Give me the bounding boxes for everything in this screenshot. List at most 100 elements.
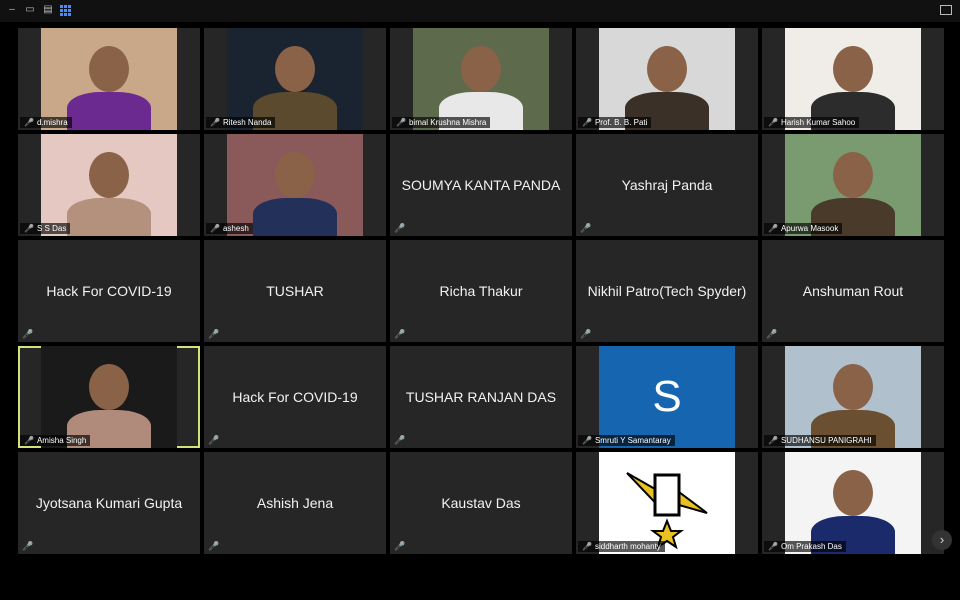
participant-name-tag: 🎤 siddharth mohanty (578, 541, 665, 552)
muted-mic-icon: 🎤 (394, 541, 406, 551)
muted-mic-icon: 🎤 (396, 118, 406, 127)
muted-mic-icon: 🎤 (24, 436, 34, 445)
participant-name: Amisha Singh (36, 436, 87, 445)
participant-name-tag: 🎤 Om Prakash Das (764, 541, 846, 552)
participant-tile[interactable]: 🎤 SUDHANSU PANIGRAHI (762, 346, 944, 448)
participant-name: Hack For COVID-19 (232, 389, 358, 405)
participant-name: TUSHAR (266, 283, 324, 299)
participant-tile[interactable]: Jyotsana Kumari Gupta 🎤 (18, 452, 200, 554)
fullscreen-icon[interactable]: ▤ (42, 5, 54, 15)
minimize-icon[interactable]: – (6, 5, 18, 15)
participant-tile[interactable]: Yashraj Panda 🎤 (576, 134, 758, 236)
window-controls: – ▭ ▤ (6, 5, 71, 16)
participant-figure (647, 46, 687, 92)
participant-tile[interactable]: 🎤 bimal Krushna Mishra (390, 28, 572, 130)
participant-name-tag: 🎤 Prof. B. B. Pati (578, 117, 652, 128)
participant-name-tag: 🎤 Amisha Singh (20, 435, 91, 446)
participant-video (227, 134, 363, 236)
participant-figure (67, 92, 151, 130)
participant-figure (253, 198, 337, 236)
muted-mic-icon: 🎤 (768, 436, 778, 445)
participant-video (599, 452, 735, 554)
participant-tile[interactable]: Nikhil Patro(Tech Spyder) 🎤 (576, 240, 758, 342)
muted-mic-icon: 🎤 (24, 118, 34, 127)
muted-mic-icon: 🎤 (394, 435, 406, 445)
view-toggle-icon[interactable] (940, 5, 952, 15)
gallery-view-icon[interactable] (60, 5, 71, 16)
participant-tile[interactable]: 🎤 Om Prakash Das (762, 452, 944, 554)
participant-gallery: 🎤 d.mishra 🎤 Ritesh Nanda 🎤 bimal Krushna Mis… (18, 28, 944, 554)
participant-video (785, 346, 921, 448)
restore-icon[interactable]: ▭ (24, 5, 36, 15)
participant-tile[interactable]: 🎤 Prof. B. B. Pati (576, 28, 758, 130)
participant-figure (833, 364, 873, 410)
muted-mic-icon: 🎤 (580, 223, 592, 233)
muted-mic-icon: 🎤 (210, 224, 220, 233)
muted-mic-icon: 🎤 (210, 118, 220, 127)
participant-video (785, 134, 921, 236)
participant-name: Nikhil Patro(Tech Spyder) (587, 283, 747, 299)
participant-tile[interactable]: 🎤 siddharth mohanty (576, 452, 758, 554)
participant-figure (833, 46, 873, 92)
participant-video (41, 346, 177, 448)
participant-name-tag: 🎤 bimal Krushna Mishra (392, 117, 491, 128)
participant-tile[interactable]: 🎤 d.mishra (18, 28, 200, 130)
logo-icon (626, 472, 708, 550)
participant-name-tag: 🎤 ashesh (206, 223, 253, 234)
participant-name: Ashish Jena (256, 495, 334, 511)
participant-tile[interactable]: 🎤 Ritesh Nanda (204, 28, 386, 130)
participant-video (785, 28, 921, 130)
muted-mic-icon: 🎤 (768, 224, 778, 233)
participant-figure (89, 46, 129, 92)
participant-name: Yashraj Panda (621, 177, 713, 193)
participant-name: d.mishra (36, 118, 68, 127)
participant-tile[interactable]: Hack For COVID-19 🎤 (18, 240, 200, 342)
muted-mic-icon: 🎤 (208, 435, 220, 445)
muted-mic-icon: 🎤 (580, 329, 592, 339)
next-page-button[interactable]: › (932, 530, 952, 550)
participant-name-tag: 🎤 Ritesh Nanda (206, 117, 276, 128)
participant-tile[interactable]: Hack For COVID-19 🎤 (204, 346, 386, 448)
participant-figure (89, 364, 129, 410)
participant-name: Apurwa Masook (780, 224, 839, 233)
participant-name: Hack For COVID-19 (46, 283, 172, 299)
participant-tile[interactable]: Anshuman Rout 🎤 (762, 240, 944, 342)
participant-video (413, 28, 549, 130)
participant-tile[interactable]: TUSHAR RANJAN DAS 🎤 (390, 346, 572, 448)
participant-name: Ritesh Nanda (222, 118, 272, 127)
participant-name: Om Prakash Das (780, 542, 842, 551)
participant-name-tag: 🎤 Smruti Y Samantaray (578, 435, 675, 446)
participant-tile[interactable]: Ashish Jena 🎤 (204, 452, 386, 554)
participant-tile[interactable]: Kaustav Das 🎤 (390, 452, 572, 554)
participant-name-tag: 🎤 S S Das (20, 223, 71, 234)
participant-name: Harish Kumar Sahoo (780, 118, 856, 127)
participant-name: Richa Thakur (439, 283, 523, 299)
participant-video (599, 28, 735, 130)
participant-tile[interactable]: 🎤 ashesh (204, 134, 386, 236)
participant-figure (461, 46, 501, 92)
participant-video (41, 28, 177, 130)
participant-video (41, 134, 177, 236)
participant-name-tag: 🎤 d.mishra (20, 117, 72, 128)
participant-tile[interactable]: SOUMYA KANTA PANDA 🎤 (390, 134, 572, 236)
participant-name-tag: 🎤 SUDHANSU PANIGRAHI (764, 435, 876, 446)
participant-tile[interactable]: 🎤 Apurwa Masook (762, 134, 944, 236)
participant-name: S S Das (36, 224, 67, 233)
avatar: S (652, 372, 682, 421)
participant-tile[interactable]: 🎤 Amisha Singh (18, 346, 200, 448)
participant-tile[interactable]: S 🎤 Smruti Y Samantaray (576, 346, 758, 448)
participant-video: S (599, 346, 735, 448)
muted-mic-icon: 🎤 (24, 224, 34, 233)
participant-name: SUDHANSU PANIGRAHI (780, 436, 872, 445)
participant-figure (67, 198, 151, 236)
participant-tile[interactable]: TUSHAR 🎤 (204, 240, 386, 342)
muted-mic-icon: 🎤 (22, 329, 34, 339)
participant-tile[interactable]: 🎤 Harish Kumar Sahoo (762, 28, 944, 130)
participant-name: Jyotsana Kumari Gupta (35, 495, 183, 511)
muted-mic-icon: 🎤 (768, 118, 778, 127)
participant-figure (833, 470, 873, 516)
participant-name: Kaustav Das (441, 495, 521, 511)
participant-tile[interactable]: Richa Thakur 🎤 (390, 240, 572, 342)
participant-tile[interactable]: 🎤 S S Das (18, 134, 200, 236)
muted-mic-icon: 🎤 (582, 118, 592, 127)
